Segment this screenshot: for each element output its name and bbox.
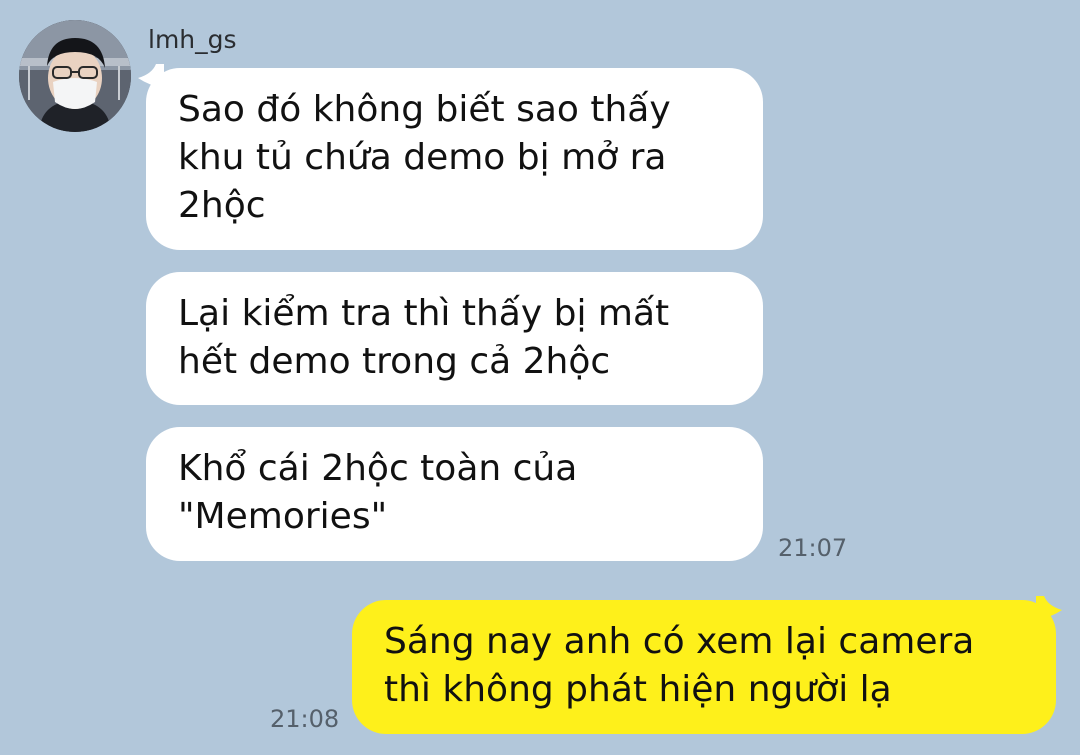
message-timestamp: 21:08 xyxy=(270,705,340,733)
message-text: Sao đó không biết sao thấy khu tủ chứa d… xyxy=(178,89,671,226)
chat-conversation: lmh_gs Sao đó không biết sao thấy khu tủ… xyxy=(0,0,1080,755)
incoming-message-bubble[interactable]: Sao đó không biết sao thấy khu tủ chứa d… xyxy=(146,68,763,250)
sender-name: lmh_gs xyxy=(148,25,237,54)
message-text: Sáng nay anh có xem lại camera thì không… xyxy=(384,621,975,710)
avatar-photo-icon xyxy=(19,20,131,132)
incoming-message-bubble[interactable]: Lại kiểm tra thì thấy bị mất hết demo tr… xyxy=(146,272,763,405)
message-timestamp: 21:07 xyxy=(778,534,848,562)
outgoing-message-bubble[interactable]: Sáng nay anh có xem lại camera thì không… xyxy=(352,600,1056,734)
message-text: Lại kiểm tra thì thấy bị mất hết demo tr… xyxy=(178,293,670,382)
message-text: Khổ cái 2hộc toàn của "Memories" xyxy=(178,448,578,537)
sender-avatar[interactable] xyxy=(19,20,131,132)
incoming-message-bubble[interactable]: Khổ cái 2hộc toàn của "Memories" xyxy=(146,427,763,561)
